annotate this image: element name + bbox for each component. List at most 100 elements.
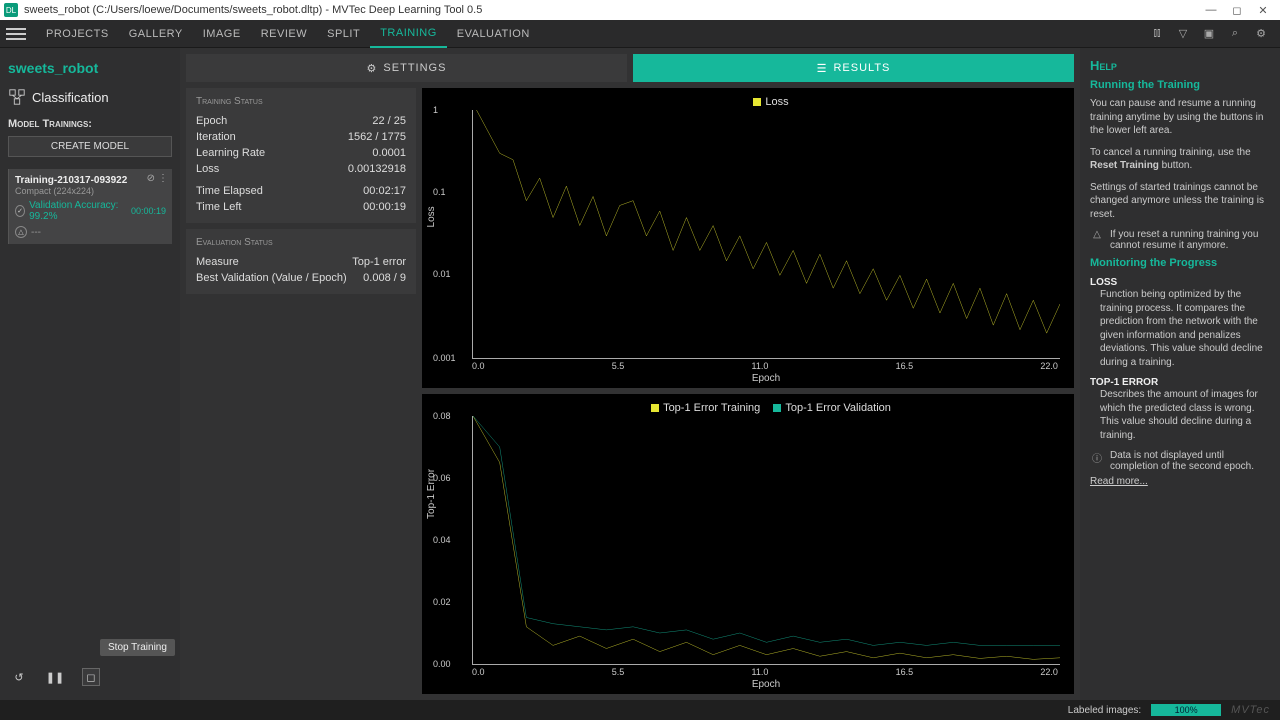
help-top1-term: TOP-1 ERROR bbox=[1090, 377, 1270, 388]
status-bar: Labeled images: 100% MVTec bbox=[0, 700, 1280, 720]
xtick: 22.0 bbox=[1040, 361, 1058, 371]
nav-projects[interactable]: PROJECTS bbox=[36, 20, 119, 48]
iteration-value: 1562 / 1775 bbox=[348, 131, 406, 143]
help-p3: Settings of started trainings cannot be … bbox=[1090, 181, 1270, 222]
left-value: 00:00:19 bbox=[363, 201, 406, 213]
hamburger-icon[interactable] bbox=[6, 24, 26, 44]
loss-ylabel: Loss bbox=[426, 206, 437, 227]
tab-settings[interactable]: ⚙ SETTINGS bbox=[186, 54, 627, 82]
evaluation-status-panel: Evaluation Status MeasureTop-1 error Bes… bbox=[186, 229, 416, 294]
best-value: 0.008 / 9 bbox=[363, 272, 406, 284]
help-top1-desc: Describes the amount of images for which… bbox=[1100, 388, 1270, 442]
ytick: 0.00 bbox=[433, 659, 451, 669]
xtick: 16.5 bbox=[896, 667, 914, 677]
epoch-value: 22 / 25 bbox=[372, 115, 406, 127]
window-titlebar: DL sweets_robot (C:/Users/loewe/Document… bbox=[0, 0, 1280, 20]
training-name: Training-210317-093922 bbox=[15, 175, 166, 186]
classification-label: Classification bbox=[32, 90, 109, 105]
iteration-label: Iteration bbox=[196, 131, 236, 143]
tab-results[interactable]: ☰ RESULTS bbox=[633, 54, 1074, 82]
nav-review[interactable]: REVIEW bbox=[251, 20, 317, 48]
lr-label: Learning Rate bbox=[196, 147, 265, 159]
validation-accuracy: Validation Accuracy: 99.2% bbox=[29, 200, 127, 222]
loss-label: Loss bbox=[196, 163, 219, 175]
warning-icon: △ bbox=[1090, 229, 1104, 240]
gear-icon[interactable]: ⚙ bbox=[1248, 21, 1274, 47]
reset-icon[interactable]: ↺ bbox=[10, 668, 28, 686]
app-icon: DL bbox=[4, 3, 18, 17]
help-warn: If you reset a running training you cann… bbox=[1110, 229, 1270, 251]
ytick: 0.01 bbox=[433, 269, 451, 279]
xtick: 16.5 bbox=[896, 361, 914, 371]
help-loss-desc: Function being optimized by the training… bbox=[1100, 288, 1270, 369]
sidebar: sweets_robot Classification Model Traini… bbox=[0, 48, 180, 700]
secondary-icon: △ bbox=[15, 226, 27, 238]
xtick: 5.5 bbox=[612, 361, 625, 371]
elapsed-value: 00:02:17 bbox=[363, 185, 406, 197]
pause-icon[interactable]: ❚❚ bbox=[46, 668, 64, 686]
training-status-panel: Training Status Epoch 22 / 25 Iteration 15… bbox=[186, 88, 416, 223]
labeled-images-label: Labeled images: bbox=[1068, 705, 1141, 716]
results-list-icon: ☰ bbox=[817, 62, 828, 75]
xtick: 11.0 bbox=[752, 667, 769, 677]
top1-xlabel: Epoch bbox=[472, 677, 1060, 690]
nav-evaluation[interactable]: EVALUATION bbox=[447, 20, 540, 48]
validation-icon: ✓ bbox=[15, 205, 25, 217]
loss-legend: Loss bbox=[472, 94, 1060, 110]
help-heading: Help bbox=[1090, 58, 1270, 73]
nav-split[interactable]: SPLIT bbox=[317, 20, 370, 48]
kebab-icon[interactable]: ⋮ bbox=[158, 173, 168, 184]
validation-time: 00:00:19 bbox=[131, 206, 166, 216]
training-card[interactable]: ⊘⋮ Training-210317-093922 Compact (224x2… bbox=[8, 169, 172, 244]
elapsed-label: Time Elapsed bbox=[196, 185, 263, 197]
epoch-label: Epoch bbox=[196, 115, 227, 127]
pin-icon[interactable]: ⊘ bbox=[147, 173, 155, 184]
create-model-button[interactable]: CREATE MODEL bbox=[8, 136, 172, 157]
filter-icon[interactable]: ▽ bbox=[1170, 21, 1196, 47]
best-label: Best Validation (Value / Epoch) bbox=[196, 272, 347, 284]
ytick: 1 bbox=[433, 105, 438, 115]
window-title: sweets_robot (C:/Users/loewe/Documents/s… bbox=[24, 4, 482, 16]
training-secondary: --- bbox=[31, 227, 41, 238]
ytick: 0.001 bbox=[433, 353, 456, 363]
xtick: 22.0 bbox=[1040, 667, 1058, 677]
nav-training[interactable]: TRAINING bbox=[370, 20, 447, 48]
stats-icon[interactable]: ⫾⫾ bbox=[1144, 21, 1170, 47]
nav-gallery[interactable]: GALLERY bbox=[119, 20, 193, 48]
loss-xlabel: Epoch bbox=[472, 371, 1060, 384]
top1-legend: Top-1 Error Training Top-1 Error Validat… bbox=[472, 400, 1060, 416]
xtick: 5.5 bbox=[612, 667, 625, 677]
help-loss-term: LOSS bbox=[1090, 277, 1270, 288]
top1-chart: Top-1 Error Training Top-1 Error Validat… bbox=[422, 394, 1074, 694]
maximize-button[interactable]: ◻ bbox=[1224, 0, 1250, 20]
close-button[interactable]: ✕ bbox=[1250, 0, 1276, 20]
model-trainings-heading: Model Trainings: bbox=[8, 118, 172, 130]
ytick: 0.06 bbox=[433, 473, 451, 483]
left-label: Time Left bbox=[196, 201, 241, 213]
evaluation-status-heading: Evaluation Status bbox=[196, 237, 406, 248]
minimize-button[interactable]: — bbox=[1198, 0, 1224, 20]
nav-image[interactable]: IMAGE bbox=[193, 20, 251, 48]
clipboard-icon[interactable]: ▣ bbox=[1196, 21, 1222, 47]
info-icon: ⓘ bbox=[1090, 450, 1104, 465]
stop-icon[interactable]: ◻ bbox=[82, 668, 100, 686]
ytick: 0.08 bbox=[433, 411, 451, 421]
classification-icon bbox=[8, 88, 26, 106]
ytick: 0.02 bbox=[433, 597, 451, 607]
loss-value: 0.00132918 bbox=[348, 163, 406, 175]
stop-training-tooltip: Stop Training bbox=[100, 639, 175, 656]
ytick: 0.1 bbox=[433, 187, 446, 197]
xtick: 0.0 bbox=[472, 361, 485, 371]
xtick: 0.0 bbox=[472, 667, 485, 677]
measure-label: Measure bbox=[196, 256, 239, 268]
top-nav: PROJECTS GALLERY IMAGE REVIEW SPLIT TRAI… bbox=[0, 20, 1280, 48]
project-name: sweets_robot bbox=[8, 60, 172, 76]
search-icon[interactable]: ⌕ bbox=[1222, 21, 1248, 47]
help-panel: Help Running the Training You can pause … bbox=[1080, 48, 1280, 700]
read-more-link[interactable]: Read more... bbox=[1090, 476, 1148, 487]
lr-value: 0.0001 bbox=[372, 147, 406, 159]
tab-settings-label: SETTINGS bbox=[383, 62, 446, 74]
training-status-heading: Training Status bbox=[196, 96, 406, 107]
help-monitoring-title: Monitoring the Progress bbox=[1090, 257, 1270, 269]
labeled-images-progress: 100% bbox=[1151, 704, 1221, 716]
